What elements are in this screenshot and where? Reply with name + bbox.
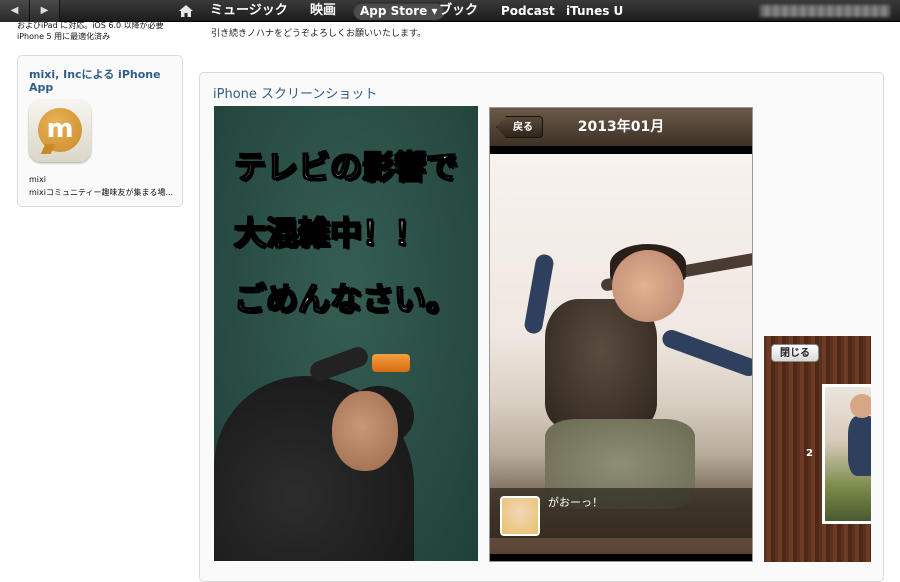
compatibility-line-2: iPhone 5 用に最適化済み <box>17 32 111 41</box>
account-name-blurred[interactable] <box>760 5 890 17</box>
screenshot-2[interactable]: 2013年01月 戻る がおーっ！ <box>489 107 753 562</box>
screenshot-1[interactable]: テレビの影響で 大混雑中！！ ごめんなさい。 <box>214 106 478 561</box>
developer-apps-box: mixi, Incによる iPhone App m mixi mixiコミュニテ… <box>17 55 183 207</box>
nav-app-store[interactable]: App Store ▾ <box>353 2 445 20</box>
top-navigation-bar: ◀ ▶ ミュージック 映画 App Store ▾ ブック Podcast iT… <box>0 0 900 22</box>
screenshot-back-button: 戻る <box>496 116 543 138</box>
app-subtitle[interactable]: mixiコミュニティー趣味友が集まる場... <box>29 187 179 198</box>
kid-arm <box>659 327 752 379</box>
screenshot-close-button: 閉じる <box>771 344 819 362</box>
compatibility-line-1: およびiPad に対応。iOS 6.0 以降が必要 <box>17 21 164 30</box>
mixi-app-icon[interactable]: m <box>29 100 91 162</box>
screenshot-3[interactable]: 閉じる 2 <box>764 336 871 562</box>
chat-bubble-icon: m <box>38 108 82 152</box>
chevron-left-icon: ◀ <box>10 5 19 16</box>
nav-podcast[interactable]: Podcast <box>501 0 555 22</box>
nav-music[interactable]: ミュージック <box>210 0 288 22</box>
chalk-line-3: ごめんなさい。 <box>233 279 459 319</box>
screenshots-heading: iPhone スクリーンショット <box>213 87 378 102</box>
forward-button[interactable]: ▶ <box>30 0 60 22</box>
man-arm <box>307 344 371 384</box>
kid-face <box>612 250 684 322</box>
chalk-line-2: 大混雑中！！ <box>233 213 427 253</box>
kid-body <box>848 416 871 476</box>
chevron-right-icon: ▶ <box>40 5 49 16</box>
developer-apps-title[interactable]: mixi, Incによる iPhone App <box>29 68 179 94</box>
nav-itunes-u[interactable]: iTunes U <box>566 0 623 22</box>
nav-books[interactable]: ブック <box>439 0 478 22</box>
man-face <box>332 391 398 471</box>
back-button[interactable]: ◀ <box>0 0 30 22</box>
home-icon[interactable] <box>178 3 194 19</box>
compatibility-note: およびiPad に対応。iOS 6.0 以降が必要 iPhone 5 用に最適化… <box>17 20 182 42</box>
app-name[interactable]: mixi <box>29 175 46 184</box>
avatar <box>500 496 540 536</box>
chalk-line-1: テレビの影響で <box>233 147 459 187</box>
toy-car <box>372 354 410 372</box>
description-text: 引き続きノハナをどうぞよろしくお願いいたします。 <box>211 29 427 39</box>
page-number: 2 <box>806 448 813 459</box>
kid-face <box>850 394 871 418</box>
caption-text: がおーっ！ <box>548 496 603 509</box>
nav-movies[interactable]: 映画 <box>310 0 336 22</box>
